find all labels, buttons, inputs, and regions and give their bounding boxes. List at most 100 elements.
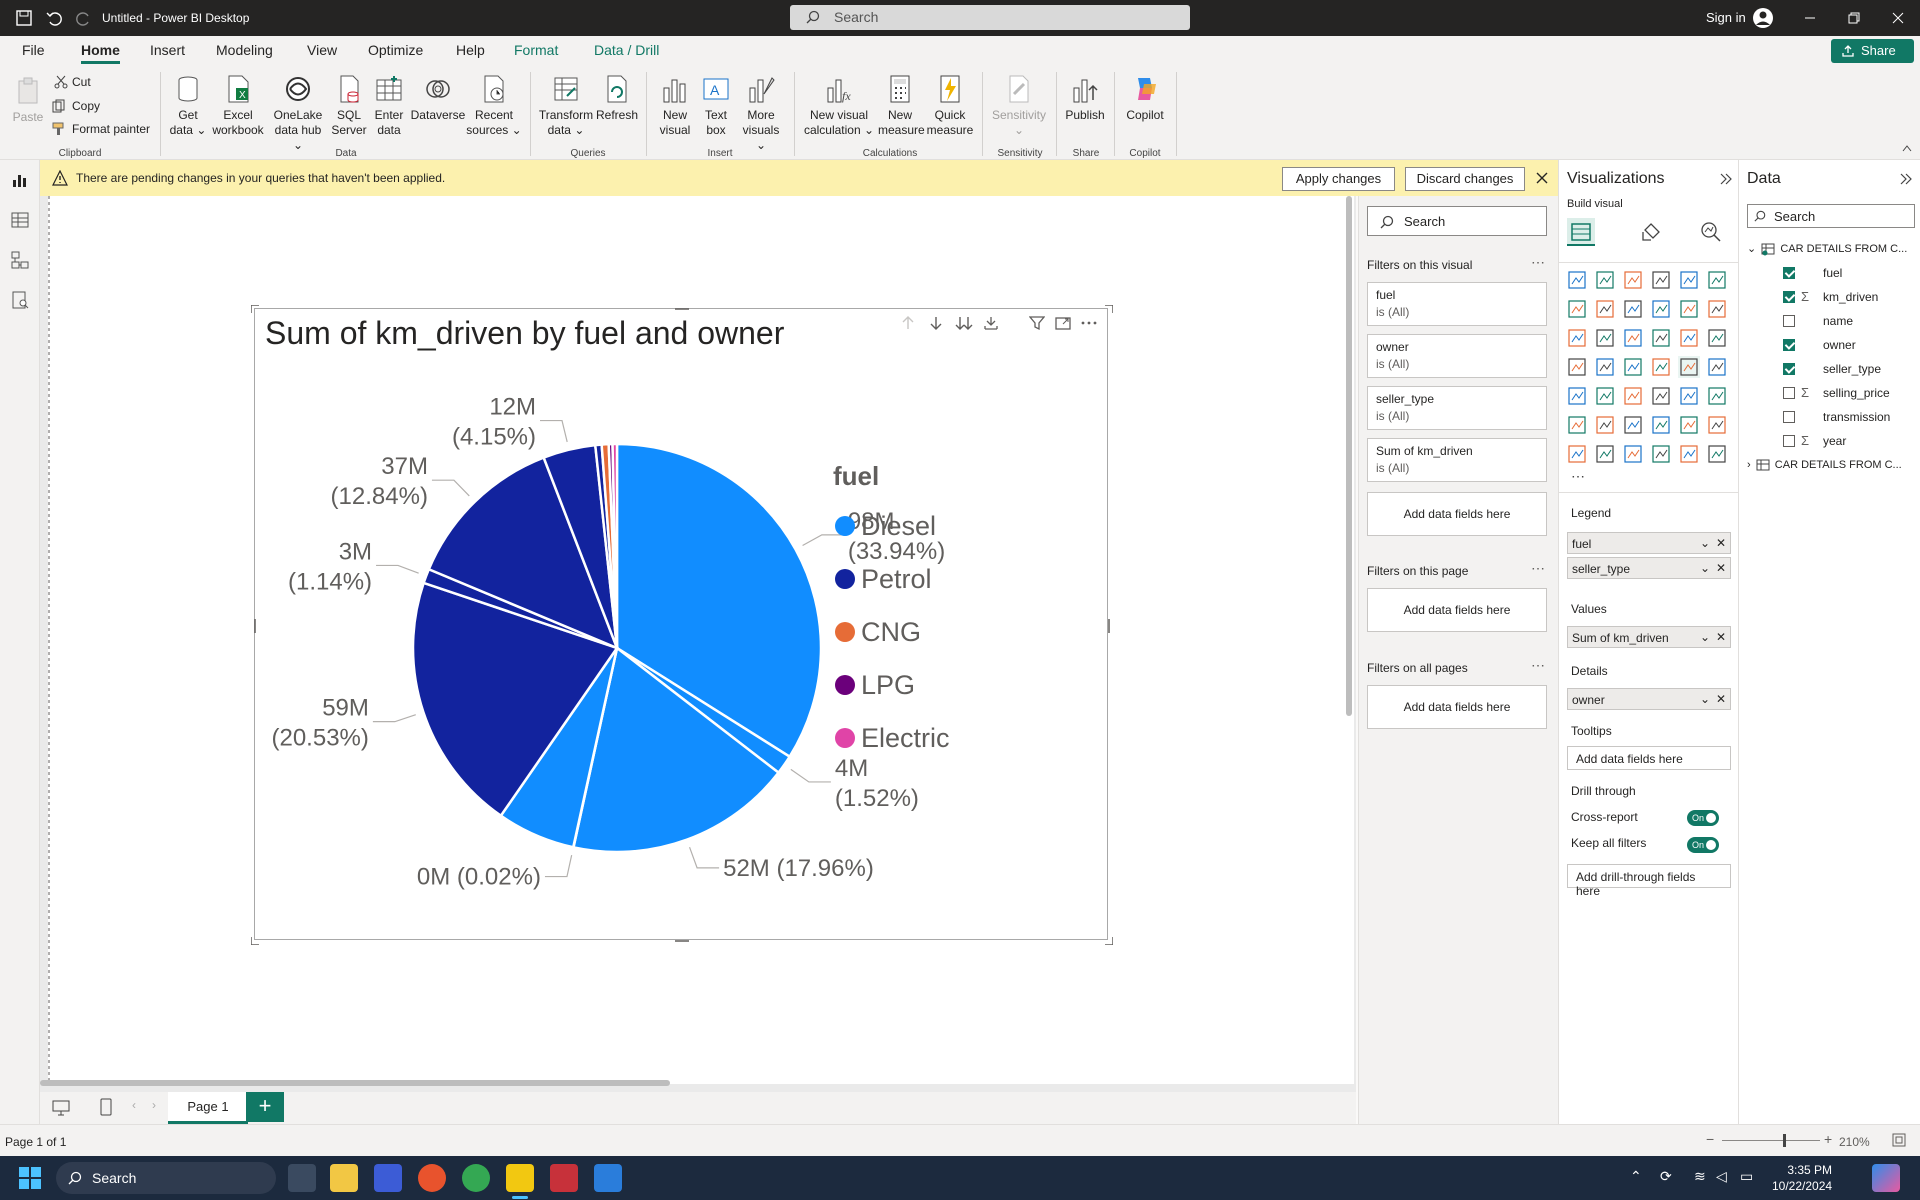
report-view-icon[interactable] xyxy=(10,170,30,190)
wifi-icon[interactable]: ≋ xyxy=(1694,1168,1706,1185)
field-owner[interactable]: owner xyxy=(1783,336,1917,356)
visual-type-icon[interactable] xyxy=(1596,358,1614,376)
zoom-slider[interactable] xyxy=(1722,1140,1820,1141)
app-icon[interactable] xyxy=(374,1164,402,1192)
analytics-tab-icon[interactable] xyxy=(1699,220,1723,244)
visual-type-icon[interactable] xyxy=(1680,445,1698,463)
text-box-button[interactable]: A Text box xyxy=(696,74,736,138)
legend-field-seller-type[interactable]: seller_type ⌄ ✕ xyxy=(1567,557,1731,579)
visual-type-icon[interactable] xyxy=(1624,271,1642,289)
app-icon[interactable] xyxy=(594,1164,622,1192)
visual-type-icon[interactable] xyxy=(1568,300,1586,318)
visual-type-icon[interactable] xyxy=(1568,445,1586,463)
field-selling-price[interactable]: Σselling_price xyxy=(1783,384,1917,404)
add-page-button[interactable]: + xyxy=(246,1092,284,1122)
visual-type-icon[interactable] xyxy=(1708,329,1726,347)
details-field[interactable]: owner ⌄ ✕ xyxy=(1567,688,1731,710)
remove-field-icon[interactable]: ✕ xyxy=(1716,692,1726,706)
field-checkbox[interactable] xyxy=(1783,363,1795,375)
build-visual-tab-icon[interactable] xyxy=(1567,218,1595,246)
field-checkbox[interactable] xyxy=(1783,267,1795,279)
field-km-driven[interactable]: Σkm_driven xyxy=(1783,288,1917,308)
legend-field-fuel[interactable]: fuel ⌄ ✕ xyxy=(1567,532,1731,554)
apply-changes-button[interactable]: Apply changes xyxy=(1282,167,1395,191)
visual-type-icon[interactable] xyxy=(1680,271,1698,289)
cross-report-toggle[interactable]: On xyxy=(1687,810,1719,826)
visual-type-icon[interactable] xyxy=(1708,416,1726,434)
cut-button[interactable]: Cut xyxy=(72,75,91,89)
close-window-icon[interactable] xyxy=(1892,12,1904,24)
transform-data-button[interactable]: Transform data ⌄ xyxy=(536,74,596,138)
vertical-scrollbar[interactable] xyxy=(1346,196,1352,716)
excel-workbook-button[interactable]: X Excel workbook xyxy=(210,74,266,138)
field-name[interactable]: name xyxy=(1783,312,1917,332)
data-search-input[interactable]: Search xyxy=(1747,204,1915,228)
more-options-icon[interactable]: ⋯ xyxy=(1531,657,1545,674)
zoom-slider-thumb[interactable] xyxy=(1783,1134,1786,1147)
previous-page-icon[interactable]: ‹ xyxy=(132,1098,136,1112)
drill-through-drop-zone[interactable]: Add drill-through fields here xyxy=(1567,864,1731,898)
filter-card-fuel[interactable]: fuel is (All) xyxy=(1367,282,1547,326)
tab-optimize[interactable]: Optimize xyxy=(368,42,423,58)
chevron-right-icon[interactable]: › xyxy=(1747,459,1751,471)
add-page-filter-drop-zone[interactable]: Add data fields here xyxy=(1367,588,1547,632)
visual-type-icon[interactable] xyxy=(1708,300,1726,318)
sign-in-link[interactable]: Sign in xyxy=(1706,10,1746,25)
chevron-down-icon[interactable]: ⌄ xyxy=(1700,630,1710,644)
visual-type-icon[interactable] xyxy=(1596,445,1614,463)
close-banner-icon[interactable] xyxy=(1535,171,1549,185)
visual-type-icon[interactable] xyxy=(1568,358,1586,376)
visual-type-icon[interactable] xyxy=(1624,387,1642,405)
next-page-icon[interactable]: › xyxy=(152,1098,156,1112)
windows-start-icon[interactable] xyxy=(18,1166,42,1190)
task-view-icon[interactable] xyxy=(288,1164,316,1192)
visual-type-icon[interactable] xyxy=(1652,445,1670,463)
publish-button[interactable]: Publish xyxy=(1062,74,1108,123)
paste-button[interactable]: Paste xyxy=(10,76,46,125)
remove-field-icon[interactable]: ✕ xyxy=(1716,561,1726,575)
get-data-button[interactable]: Get data ⌄ xyxy=(166,74,210,138)
chrome-icon[interactable] xyxy=(462,1164,490,1192)
visual-type-icon[interactable] xyxy=(1596,271,1614,289)
app-icon[interactable] xyxy=(550,1164,578,1192)
tab-file[interactable]: File xyxy=(22,42,45,58)
visual-type-icon[interactable] xyxy=(1624,358,1642,376)
visual-type-icon[interactable] xyxy=(1596,300,1614,318)
table-car-details-2[interactable]: › CAR DETAILS FROM C... xyxy=(1747,458,1902,472)
visual-type-icon[interactable] xyxy=(1568,416,1586,434)
battery-icon[interactable]: ▭ xyxy=(1740,1168,1753,1185)
copilot-taskbar-icon[interactable] xyxy=(1872,1164,1900,1192)
collapse-ribbon-icon[interactable] xyxy=(1902,144,1912,152)
visual-type-icon[interactable] xyxy=(1708,358,1726,376)
tab-home[interactable]: Home xyxy=(81,42,120,64)
brave-browser-icon[interactable] xyxy=(418,1164,446,1192)
minimize-icon[interactable] xyxy=(1804,12,1816,24)
refresh-button[interactable]: Refresh xyxy=(596,74,638,123)
visual-type-icon[interactable] xyxy=(1568,271,1586,289)
visual-type-icon[interactable] xyxy=(1652,358,1670,376)
sensitivity-button[interactable]: Sensitivity ⌄ xyxy=(988,74,1050,138)
copilot-button[interactable]: Copilot xyxy=(1120,74,1170,123)
table-view-icon[interactable] xyxy=(10,210,30,230)
chevron-up-icon[interactable]: ⌃ xyxy=(1630,1168,1642,1185)
zoom-in-icon[interactable]: + xyxy=(1824,1131,1832,1147)
add-visual-filter-drop-zone[interactable]: Add data fields here xyxy=(1367,492,1547,536)
new-visual-button[interactable]: New visual xyxy=(654,74,696,138)
page-tab-1[interactable]: Page 1 xyxy=(168,1092,248,1124)
field-seller-type[interactable]: seller_type xyxy=(1783,360,1917,380)
field-checkbox[interactable] xyxy=(1783,387,1795,399)
filters-search-input[interactable]: Search xyxy=(1367,206,1547,236)
save-icon[interactable] xyxy=(14,8,34,28)
pie-chart-visual[interactable]: Sum of km_driven by fuel and owner 98M (3… xyxy=(251,305,1113,945)
field-checkbox[interactable] xyxy=(1783,315,1795,327)
field-checkbox[interactable] xyxy=(1783,435,1795,447)
account-icon[interactable] xyxy=(1752,7,1774,29)
share-button[interactable]: Share xyxy=(1831,39,1914,63)
new-measure-button[interactable]: New measure xyxy=(878,74,925,138)
dax-query-view-icon[interactable] xyxy=(10,290,30,310)
more-visuals-button[interactable]: More visuals ⌄ xyxy=(738,74,784,153)
tab-data-drill[interactable]: Data / Drill xyxy=(594,42,659,58)
desktop-layout-icon[interactable] xyxy=(52,1100,70,1116)
visual-type-icon[interactable] xyxy=(1708,445,1726,463)
visual-type-icon[interactable] xyxy=(1652,387,1670,405)
